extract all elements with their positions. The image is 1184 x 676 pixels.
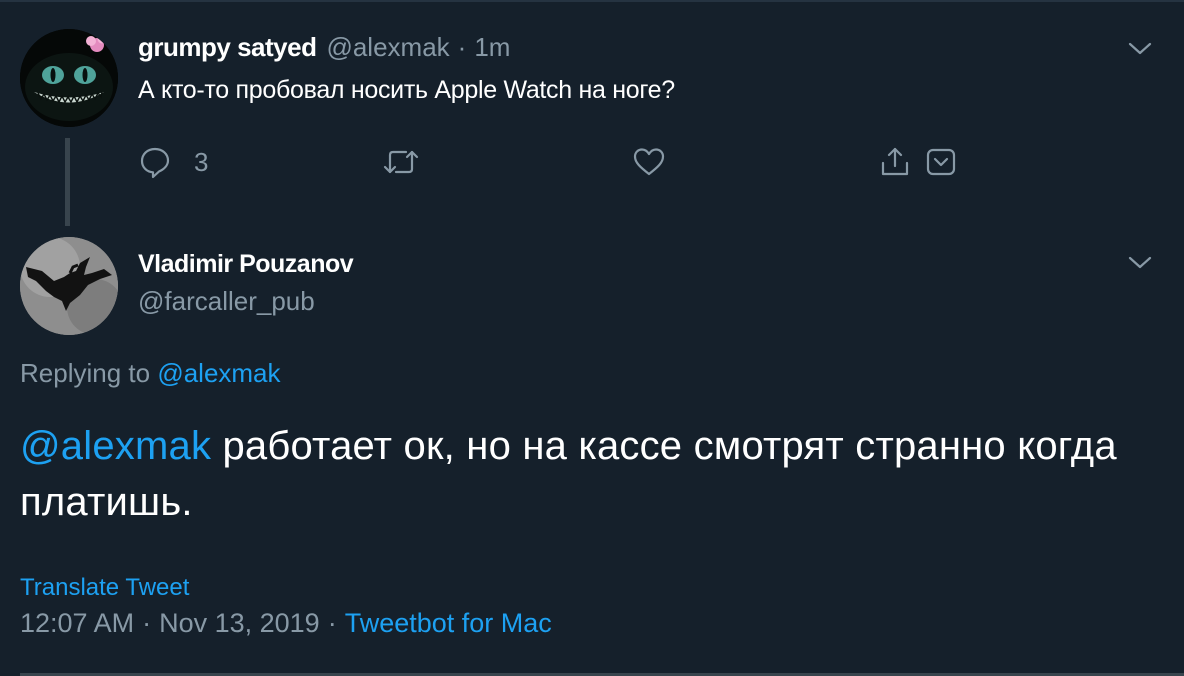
meta-separator: ·	[327, 608, 337, 638]
save-icon	[926, 148, 956, 176]
heart-icon	[633, 148, 665, 176]
replying-to-label: Replying to	[20, 358, 151, 388]
parent-tweet-header: grumpy satyed @alexmak · 1m	[138, 32, 510, 68]
cheshire-cat-avatar[interactable]	[20, 29, 118, 127]
author-handle[interactable]: @farcaller_pub	[138, 286, 315, 317]
parent-display-name[interactable]: grumpy satyed	[138, 32, 317, 63]
tweet-time[interactable]: 12:07 AM	[20, 608, 134, 638]
save-button[interactable]	[924, 142, 958, 182]
crow-icon	[20, 237, 118, 335]
tweet-meta: 12:07 AM · Nov 13, 2019 · Tweetbot for Mac	[20, 608, 552, 639]
cheshire-cat-icon	[20, 29, 118, 127]
translate-tweet-link[interactable]: Translate Tweet	[20, 574, 189, 602]
reply-button[interactable]: 3	[138, 142, 208, 182]
parent-timestamp[interactable]: 1m	[474, 32, 510, 63]
replying-to-link[interactable]: @alexmak	[157, 358, 280, 388]
replying-to: Replying to @alexmak	[20, 358, 281, 389]
retweet-button[interactable]	[382, 142, 420, 182]
tweet-date[interactable]: Nov 13, 2019	[159, 608, 320, 638]
retweet-icon	[383, 150, 419, 174]
parent-handle[interactable]: @alexmak	[326, 32, 449, 63]
tweet-source-link[interactable]: Tweetbot for Mac	[345, 608, 552, 638]
like-button[interactable]	[632, 142, 666, 182]
parent-tweet-text: А кто-то пробовал носить Apple Watch на …	[138, 76, 675, 104]
crow-avatar[interactable]	[20, 237, 118, 335]
parent-action-bar: 3	[138, 142, 968, 182]
parent-separator: ·	[457, 32, 467, 62]
mention-link[interactable]: @alexmak	[20, 424, 211, 468]
author-display-name[interactable]: Vladimir Pouzanov	[138, 250, 354, 279]
share-button[interactable]	[878, 142, 912, 182]
top-divider	[0, 0, 1184, 2]
tweet-text: @alexmak работает ок, но на кассе смотря…	[20, 418, 1170, 530]
thread-connector	[65, 138, 70, 226]
share-icon	[881, 147, 909, 176]
reply-count: 3	[194, 146, 209, 177]
meta-separator: ·	[142, 608, 152, 638]
chevron-down-icon[interactable]	[1126, 38, 1154, 58]
reply-icon	[140, 147, 170, 179]
chevron-down-icon[interactable]	[1126, 252, 1154, 272]
